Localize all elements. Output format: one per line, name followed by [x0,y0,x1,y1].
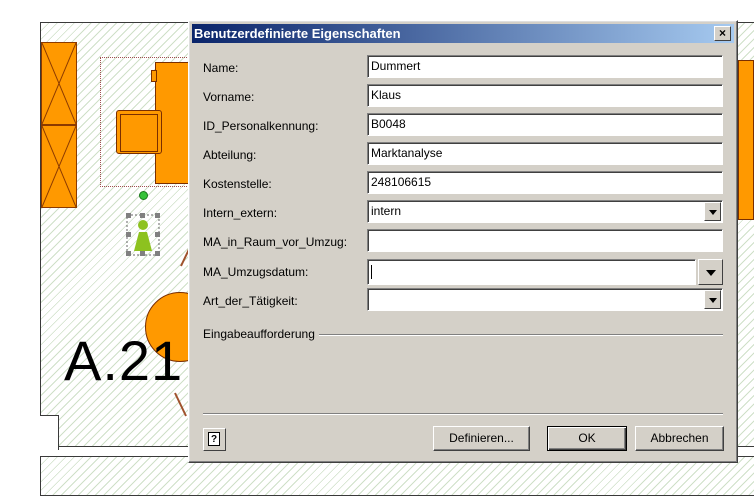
help-button[interactable]: ? [203,428,226,451]
chevron-down-icon[interactable] [704,202,721,221]
intern-extern-value: intern [371,204,402,218]
help-icon: ? [208,432,220,446]
cabinet-shape[interactable] [41,42,77,125]
dialog-title: Benutzerdefinierte Eigenschaften [194,26,401,41]
field-label-umzugsdatum: MA_Umzugsdatum: [203,265,309,279]
room-wall-notch [40,415,59,450]
prompt-group-label: Eingabeaufforderung [203,327,319,341]
field-label-art-der-taetigkeit: Art_der_Tätigkeit: [203,294,298,308]
abteilung-input[interactable]: Marktanalyse [367,142,723,165]
field-label-ma-in-raum: MA_in_Raum_vor_Umzug: [203,235,348,249]
custom-properties-dialog: Benutzerdefinierte Eigenschaften × Name:… [188,20,738,463]
rotation-handle[interactable] [139,191,148,200]
dialog-titlebar[interactable]: Benutzerdefinierte Eigenschaften × [192,24,734,43]
cabinet-shape[interactable] [41,125,77,208]
chevron-down-icon[interactable] [704,290,721,309]
personalkennung-input[interactable]: B0048 [367,113,723,136]
field-label-name: Name: [203,61,239,75]
umzugsdatum-input[interactable] [367,259,696,285]
field-label-vorname: Vorname: [203,90,255,104]
name-input[interactable]: Dummert [367,55,723,78]
art-der-taetigkeit-select[interactable] [367,288,723,311]
field-label-personalkennung: ID_Personalkennung: [203,119,319,133]
vorname-input[interactable]: Klaus [367,84,723,107]
chevron-down-icon [706,270,716,276]
field-label-abteilung: Abteilung: [203,148,257,162]
intern-extern-select[interactable]: intern [367,200,723,223]
field-label-kostenstelle: Kostenstelle: [203,177,272,191]
define-button[interactable]: Definieren... [433,426,530,451]
room-number-label[interactable]: A.21 [64,328,183,393]
cancel-button[interactable]: Abbrechen [635,426,724,451]
ok-button[interactable]: OK [547,426,627,451]
desk-tab-shape [151,70,157,82]
chair-shape[interactable] [116,110,162,154]
cabinet-shape[interactable] [738,60,754,220]
ma-in-raum-input[interactable] [367,229,723,252]
close-icon[interactable]: × [714,26,731,41]
field-label-intern-extern: Intern_extern: [203,206,278,220]
button-separator [203,413,723,415]
text-caret [371,264,372,279]
prompt-text-area [203,343,723,407]
kostenstelle-input[interactable]: 248106615 [367,171,723,194]
person-shape[interactable] [126,212,160,256]
date-dropdown-button[interactable] [698,259,723,285]
